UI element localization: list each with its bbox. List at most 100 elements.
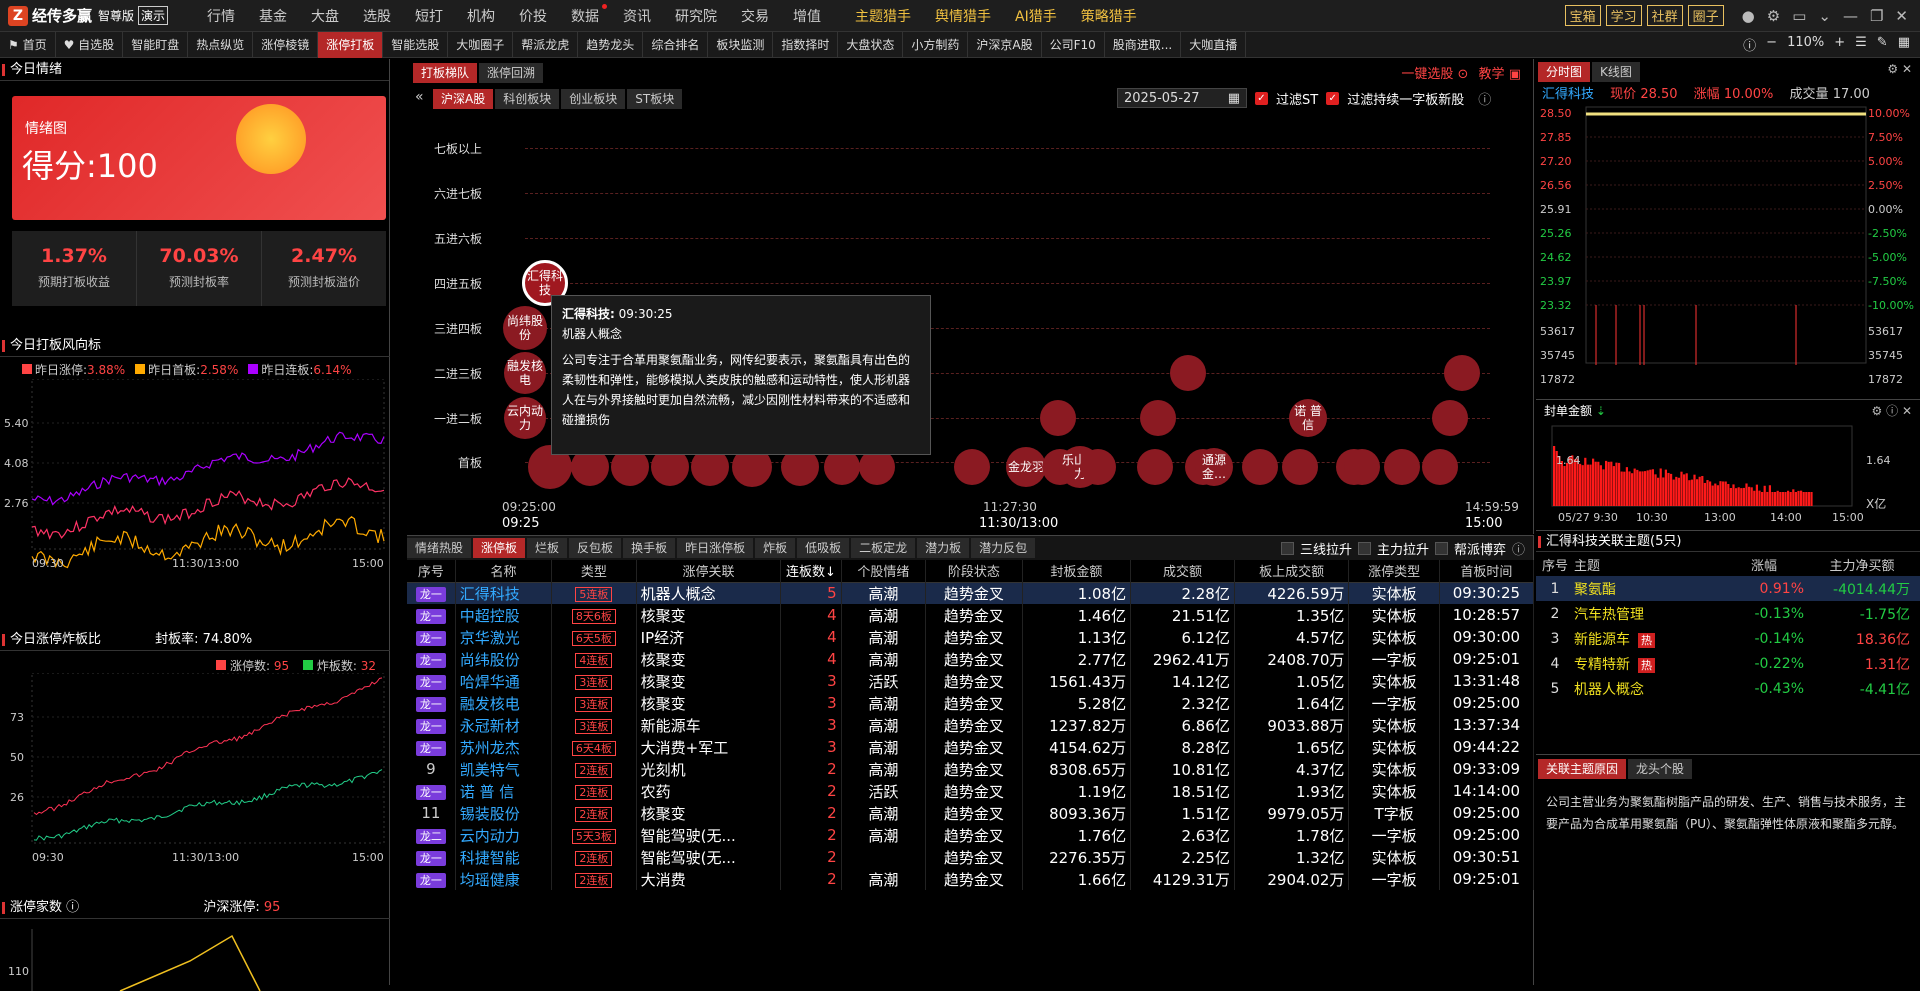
theme-header-cell[interactable]: 主力净买额 — [1804, 552, 1920, 576]
window-icon[interactable]: ▭ — [1792, 7, 1806, 25]
top-menu-item[interactable]: 行情 — [195, 6, 247, 26]
top-right-button[interactable]: 社群 — [1646, 5, 1683, 26]
filter-checkbox[interactable] — [1280, 541, 1294, 555]
table-row[interactable]: 龙一 汇得科技 5连板 机器人概念 5 高潮 趋势金叉 1.08亿 2.28亿 4226.59万 实… — [407, 582, 1535, 604]
nav-tab[interactable]: 帮派龙虎 — [513, 31, 579, 58]
column-header[interactable]: 类型 — [551, 560, 637, 582]
edit-icon[interactable]: ✎ — [1877, 35, 1888, 54]
theme-header-cell[interactable]: 涨幅 — [1724, 552, 1804, 576]
nav-tab[interactable]: 大咖直播 — [1181, 31, 1247, 58]
theme-name-value[interactable]: 汽车热管理 — [1574, 607, 1644, 623]
theme-row[interactable]: 2 汽车热管理 -0.13% -1.75亿 — [1536, 601, 1920, 626]
table-tab[interactable]: 涨停板 — [473, 538, 526, 558]
one-key-select-button[interactable]: 一键选股 — [1401, 67, 1453, 82]
table-row[interactable]: 龙一诺 普 信 2连板 农药 2 活跃 趋势金叉 1.19亿 18.51亿 1.93亿 实体板 14… — [407, 780, 1535, 802]
nav-tab[interactable]: 涨停打板 — [318, 31, 384, 58]
nav-tab[interactable]: 热点纵览 — [188, 31, 254, 58]
stock-bubble[interactable] — [1242, 449, 1278, 485]
table-row[interactable]: 9 凯美特气 2连板 光刻机 2 高潮 趋势金叉 8308.65万 10.81亿 4.37亿 实体板… — [407, 758, 1535, 780]
nav-tab[interactable]: 沪深京A股 — [968, 31, 1042, 58]
calendar-icon[interactable]: ▦ — [1228, 89, 1240, 109]
stock-name[interactable]: 科捷智能 — [460, 849, 520, 867]
stock-bubble[interactable]: 融发核电 — [504, 352, 546, 394]
table-tab[interactable]: 潜力板 — [917, 538, 970, 558]
filter-st-checkbox[interactable]: ✓ — [1255, 91, 1268, 105]
nav-tab[interactable]: 智能盯盘 — [123, 31, 189, 58]
column-header[interactable]: 板上成交额 — [1234, 560, 1350, 582]
top-menu-item[interactable]: 大盘 — [299, 6, 351, 26]
stock-bubble[interactable] — [954, 449, 990, 485]
theme-header-cell[interactable]: 主题 — [1574, 552, 1724, 576]
column-header[interactable]: 名称 — [455, 560, 553, 582]
stock-name[interactable]: 融发核电 — [460, 695, 520, 713]
zoom-in-icon[interactable]: + — [1834, 35, 1845, 54]
stock-bubble[interactable] — [1282, 449, 1318, 485]
close-icon[interactable]: ✕ — [1902, 62, 1912, 76]
market-tab[interactable]: 创业板块 — [561, 89, 626, 109]
top-menu-item[interactable]: 短打 — [403, 6, 455, 26]
column-header[interactable]: 阶段状态 — [925, 560, 1023, 582]
table-row[interactable]: 龙一 永冠新材 3连板 新能源车 3 高潮 趋势金叉 1237.82万 6.86亿 9033.88… — [407, 714, 1535, 736]
grid-icon[interactable]: ▦ — [1898, 35, 1910, 54]
gear-icon[interactable]: ⚙ — [1767, 7, 1780, 25]
theme-name-value[interactable]: 新能源车 — [1574, 632, 1630, 648]
teach-button[interactable]: 教学 — [1479, 67, 1505, 82]
top-menu-item[interactable]: 数据 — [559, 3, 611, 26]
table-row[interactable]: 龙一 尚纬股份 4连板 核聚变 4 高潮 趋势金叉 2.77亿 2962.41万 2408.70万… — [407, 648, 1535, 670]
top-menu-item[interactable]: 基金 — [247, 6, 299, 26]
table-row[interactable]: 龙二 云内动力 5天3板 智能驾驶(无... 2 高潮 趋势金叉 1.76亿 2.63亿 1.78… — [407, 824, 1535, 846]
ladder-tab[interactable]: 打板梯队 — [413, 63, 478, 83]
nav-tab[interactable]: 股商进取... — [1105, 31, 1182, 58]
restore-icon[interactable]: ❐ — [1870, 7, 1883, 25]
table-row[interactable]: 龙一 融发核电 3连板 核聚变 3 高潮 趋势金叉 5.28亿 2.32亿 1.64亿 一字板 09:… — [407, 692, 1535, 714]
top-right-button[interactable]: 学习 — [1605, 5, 1642, 26]
hunter-menu-item[interactable]: 策略猎手 — [1069, 6, 1149, 26]
nav-tab[interactable]: 大盘状态 — [838, 31, 904, 58]
top-menu-item[interactable]: 增值 — [781, 6, 833, 26]
stock-name[interactable]: 汇得科技 — [460, 585, 520, 603]
column-header[interactable]: 个股情绪 — [841, 560, 927, 582]
nav-tab[interactable]: 涨停棱镜 — [253, 31, 319, 58]
stock-bubble[interactable] — [1444, 355, 1480, 391]
theme-row[interactable]: 4 专精特新热 -0.22% 1.31亿 — [1536, 651, 1920, 676]
theme-name-value[interactable]: 机器人概念 — [1574, 682, 1644, 698]
hunter-menu-item[interactable]: AI猎手 — [1003, 6, 1069, 26]
close-icon[interactable]: ✕ — [1902, 404, 1912, 418]
column-header[interactable]: 涨停关联 — [636, 560, 782, 582]
top-right-button[interactable]: 宝箱 — [1564, 5, 1601, 26]
stock-name[interactable]: 京华激光 — [460, 629, 520, 647]
reason-tab[interactable]: 关联主题原因 — [1538, 759, 1627, 779]
stock-bubble[interactable] — [1040, 400, 1076, 436]
stock-bubble[interactable] — [1344, 449, 1380, 485]
stock-bubble[interactable]: 金龙羽 — [1006, 447, 1046, 487]
nav-tab[interactable]: 小方制药 — [903, 31, 969, 58]
nav-tab[interactable]: 大咖圈子 — [448, 31, 514, 58]
hunter-menu-item[interactable]: 主题猎手 — [843, 6, 923, 26]
nav-tab[interactable]: ♥ 自选股 — [56, 31, 124, 58]
gear-icon[interactable]: ⚙ — [1887, 62, 1898, 76]
hunter-menu-item[interactable]: 舆情猎手 — [923, 6, 1003, 26]
top-menu-item[interactable]: 价投 — [507, 6, 559, 26]
stock-bubble[interactable]: 尚纬股份 — [503, 306, 547, 350]
column-header[interactable]: 序号 — [407, 560, 456, 582]
table-tab[interactable]: 昨日涨停板 — [677, 538, 754, 558]
help-icon[interactable]: ⓘ — [1478, 89, 1491, 108]
table-row[interactable]: 龙一 科捷智能 2连板 智能驾驶(无... 2 趋势金叉 2276.35万 2.25亿 1.32… — [407, 846, 1535, 868]
theme-row[interactable]: 3 新能源车热 -0.14% 18.36亿 — [1536, 626, 1920, 651]
help-icon[interactable]: ⓘ — [1886, 404, 1898, 418]
top-right-button[interactable]: 圈子 — [1687, 5, 1724, 26]
stock-bubble[interactable] — [1170, 355, 1206, 391]
nav-tab[interactable]: 智能选股 — [383, 31, 449, 58]
market-tab[interactable]: 科创板块 — [495, 89, 560, 109]
table-tab[interactable]: 情绪热股 — [407, 538, 472, 558]
search-icon[interactable]: ⊙ — [1458, 67, 1469, 82]
theme-row[interactable]: 1 聚氨酯 0.91% -4014.44万 — [1536, 576, 1920, 601]
theme-row[interactable]: 5 机器人概念 -0.43% -4.41亿 — [1536, 676, 1920, 701]
collapse-icon[interactable]: « — [415, 89, 424, 105]
stock-name[interactable]: 锡装股份 — [460, 805, 520, 823]
stock-bubble[interactable]: 诺 普 信 — [1289, 399, 1327, 437]
stock-name[interactable]: 永冠新材 — [460, 717, 520, 735]
nav-tab[interactable]: 指数择时 — [773, 31, 839, 58]
stock-bubble[interactable]: 云内动力 — [504, 397, 546, 439]
nav-tab[interactable]: 公司F10 — [1042, 31, 1105, 58]
